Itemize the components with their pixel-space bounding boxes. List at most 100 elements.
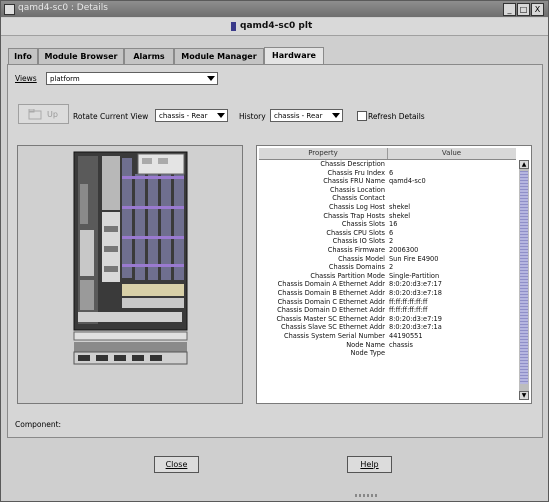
history-value: chassis - Rear (274, 112, 323, 120)
folder-up-icon (28, 109, 42, 120)
property-name: Chassis FRU Name (323, 177, 385, 186)
property-name: Chassis Location (330, 185, 385, 194)
property-value: ff:ff:ff:ff:ff:ff (389, 306, 428, 315)
table-row[interactable]: Chassis Description (259, 160, 516, 169)
table-row[interactable]: Chassis Master SC Ethernet Addr 8:0:20:d3… (259, 315, 516, 324)
chevron-down-icon (332, 113, 340, 118)
table-row[interactable]: Chassis Domain A Ethernet Addr 8:0:20:d3:… (259, 280, 516, 289)
property-value: shekel (389, 203, 411, 211)
table-row[interactable]: Chassis Slots 16 (259, 220, 516, 229)
component-label: Component: (15, 420, 62, 429)
host-icon (231, 22, 236, 31)
views-label: Views (15, 74, 37, 83)
table-row[interactable]: Chassis IO Slots 2 (259, 237, 516, 246)
table-row[interactable]: Chassis Domain C Ethernet Addr ff:ff:ff:f… (259, 298, 516, 307)
help-button[interactable]: Help (347, 456, 392, 473)
property-value: 8:0:20:d3:e7:1a (389, 323, 442, 332)
tab-module-manager[interactable]: Module Manager (174, 48, 264, 64)
rotate-value: chassis - Rear (159, 112, 208, 120)
property-name: Chassis Trap Hosts (323, 211, 385, 220)
minimize-button[interactable]: _ (503, 3, 516, 16)
table-row[interactable]: Chassis Trap Hosts shekel (259, 212, 516, 221)
property-name: Chassis CPU Slots (326, 228, 385, 237)
table-row[interactable]: Chassis Firmware 2006300 (259, 246, 516, 255)
property-name: Chassis Contact (332, 194, 385, 203)
vertical-scrollbar[interactable]: ▲ ▼ (519, 160, 529, 400)
property-value: qamd4-sc0 (389, 177, 426, 186)
property-name: Chassis Fru Index (327, 168, 385, 177)
property-value: 2006300 (389, 246, 419, 254)
column-header-property[interactable]: Property (259, 148, 388, 159)
chevron-down-icon (207, 76, 215, 81)
up-label: Up (47, 110, 58, 119)
views-value: platform (50, 75, 80, 83)
title-bar[interactable]: qamd4-sc0 : Details _ □ X (1, 1, 548, 17)
table-row[interactable]: Chassis Slave SC Ethernet Addr 8:0:20:d3:… (259, 323, 516, 332)
table-row[interactable]: Chassis Domains 2 (259, 263, 516, 272)
property-value: 8:0:20:d3:e7:17 (389, 280, 442, 289)
tab-alarms[interactable]: Alarms (124, 48, 174, 64)
resize-grip[interactable] (355, 494, 377, 497)
property-value: Sun Fire E4900 (389, 254, 439, 263)
table-row[interactable]: Chassis Domain B Ethernet Addr 8:0:20:d3:… (259, 289, 516, 298)
window-menu-icon[interactable] (4, 4, 15, 15)
property-name: Chassis IO Slots (332, 237, 385, 246)
rotate-select[interactable]: chassis - Rear (155, 109, 228, 122)
up-button[interactable]: Up (18, 104, 69, 124)
rotate-label: Rotate Current View (73, 112, 149, 121)
property-name: Chassis Domain D Ethernet Addr (277, 306, 385, 315)
property-name: Chassis Log Host (329, 203, 385, 211)
property-value: 16 (389, 220, 398, 229)
property-value: chassis (389, 340, 413, 349)
table-row[interactable]: Chassis Model Sun Fire E4900 (259, 255, 516, 264)
property-value: 6 (389, 168, 394, 177)
table-header: Property Value (259, 148, 516, 160)
column-header-value[interactable]: Value (388, 148, 515, 159)
property-value: 6 (389, 228, 394, 237)
close-button-label: Close (165, 460, 188, 469)
header-title: qamd4-sc0 plt (240, 21, 313, 31)
property-value: 8:0:20:d3:e7:19 (389, 314, 442, 323)
table-row[interactable]: Chassis CPU Slots 6 (259, 229, 516, 238)
tab-info[interactable]: Info (8, 48, 38, 64)
views-select[interactable]: platform (46, 72, 218, 85)
scroll-up-icon[interactable]: ▲ (519, 160, 529, 169)
chassis-view[interactable] (17, 145, 243, 404)
table-row[interactable]: Chassis Domain D Ethernet Addr ff:ff:ff:f… (259, 306, 516, 315)
table-row[interactable]: Chassis Contact (259, 194, 516, 203)
table-row[interactable]: Chassis Partition Mode Single-Partition (259, 272, 516, 281)
property-value: shekel (389, 211, 411, 220)
table-row[interactable]: Chassis Fru Index 6 (259, 169, 516, 178)
refresh-details-checkbox[interactable] (357, 111, 367, 121)
property-name: Chassis Firmware (327, 246, 385, 254)
properties-table[interactable]: Property Value Chassis Description Chassi… (256, 145, 532, 404)
property-name: Chassis System Serial Number (284, 332, 385, 340)
property-name: Chassis Domain B Ethernet Addr (277, 289, 385, 297)
close-window-button[interactable]: X (531, 3, 544, 16)
property-value: 8:0:20:d3:e7:18 (389, 289, 442, 297)
property-name: Chassis Domain A Ethernet Addr (277, 280, 385, 289)
table-row[interactable]: Chassis Log Host shekel (259, 203, 516, 212)
table-row[interactable]: Chassis FRU Name qamd4-sc0 (259, 177, 516, 186)
maximize-button[interactable]: □ (517, 3, 530, 16)
help-button-label: Help (360, 460, 379, 469)
property-name: Chassis Slave SC Ethernet Addr (280, 323, 385, 332)
chevron-down-icon (217, 113, 225, 118)
history-label: History (239, 112, 266, 121)
scroll-down-icon[interactable]: ▼ (519, 391, 529, 400)
property-name: Chassis Master SC Ethernet Addr (276, 314, 385, 323)
tab-module-browser[interactable]: Module Browser (38, 48, 124, 64)
table-row[interactable]: Node Type (259, 349, 516, 358)
property-value: 2 (389, 237, 394, 246)
property-name: Chassis Description (320, 160, 385, 168)
table-row[interactable]: Chassis System Serial Number 44190551 (259, 332, 516, 341)
close-button[interactable]: Close (154, 456, 199, 473)
table-row[interactable]: Node Name chassis (259, 341, 516, 350)
property-name: Node Name (346, 340, 385, 349)
tab-hardware[interactable]: Hardware (264, 47, 324, 65)
chassis-rear-image[interactable] (18, 146, 242, 403)
scroll-thumb[interactable] (520, 171, 528, 384)
table-row[interactable]: Chassis Location (259, 186, 516, 195)
property-value: Single-Partition (389, 271, 440, 280)
history-select[interactable]: chassis - Rear (270, 109, 343, 122)
